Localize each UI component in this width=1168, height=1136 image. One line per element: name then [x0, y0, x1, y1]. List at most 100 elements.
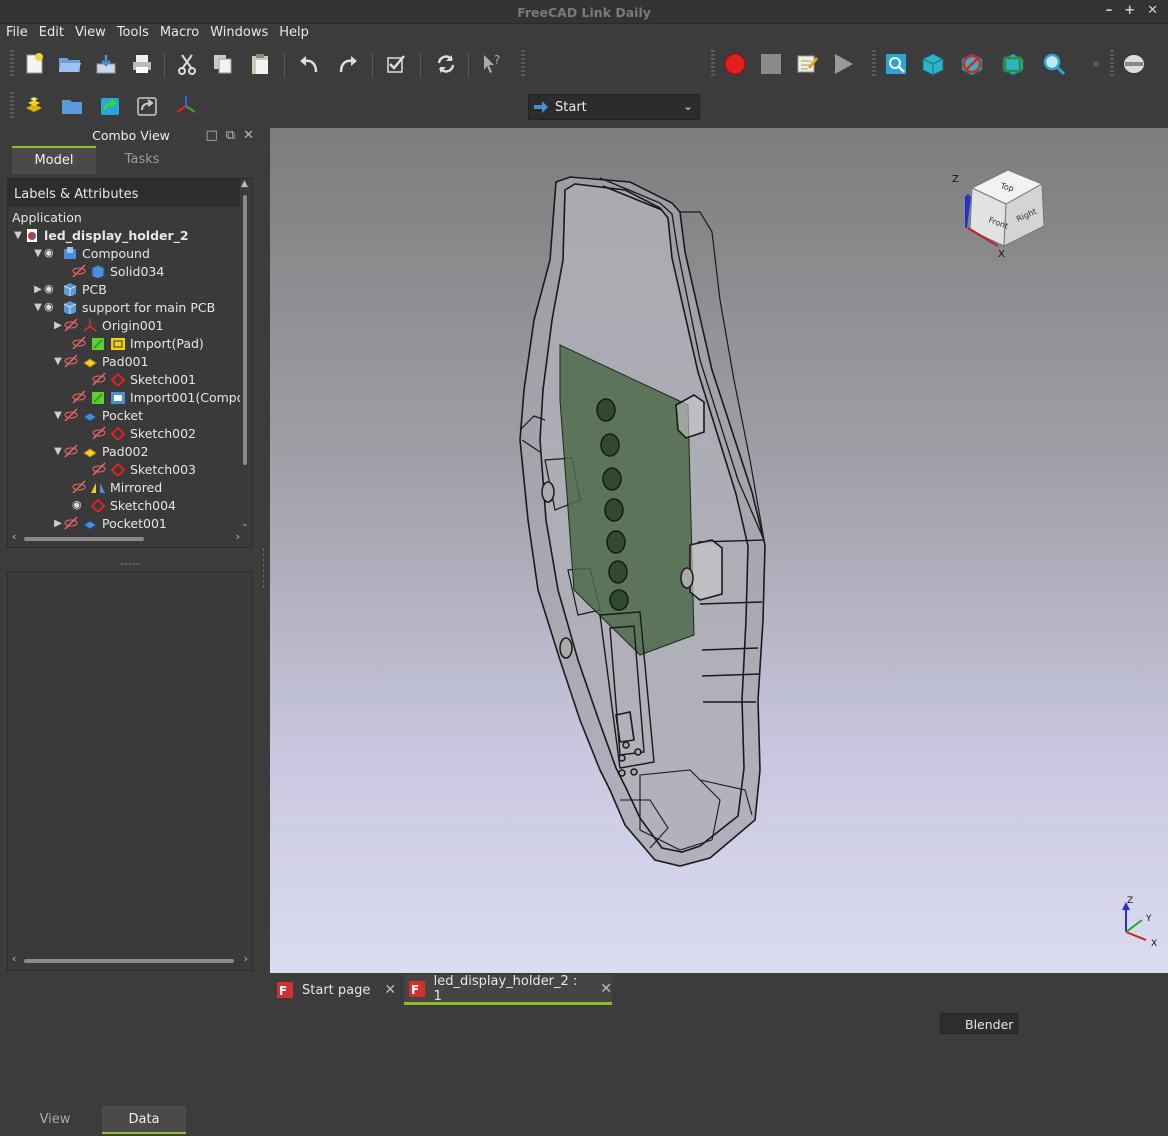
- save-button[interactable]: [92, 50, 120, 78]
- tree-item-solid034[interactable]: Solid034: [72, 262, 164, 280]
- navigation-style-button[interactable]: Blender: [940, 1013, 1018, 1034]
- tab-led-display-holder[interactable]: F led_display_holder_2 : 1 ✕: [404, 974, 612, 1005]
- tree-item-sketch003[interactable]: Sketch003: [92, 460, 196, 478]
- scroll-right-icon[interactable]: ›: [236, 530, 240, 543]
- menu-view[interactable]: View: [69, 24, 111, 44]
- open-button[interactable]: [56, 50, 84, 78]
- group-button[interactable]: [58, 92, 86, 120]
- tree-item-pad001[interactable]: ▼ Pad001: [52, 352, 148, 370]
- hidden-eye-icon[interactable]: [64, 516, 78, 530]
- hidden-eye-icon[interactable]: [72, 336, 86, 350]
- hidden-eye-icon[interactable]: [64, 354, 78, 368]
- hidden-eye-icon[interactable]: [64, 408, 78, 422]
- eye-icon[interactable]: ◉: [72, 498, 86, 512]
- tree-item-compound[interactable]: ▼ ◉ Compound: [32, 244, 150, 262]
- hidden-eye-icon[interactable]: [92, 426, 106, 440]
- undo-button[interactable]: [295, 50, 323, 78]
- tab-model[interactable]: Model: [12, 146, 96, 174]
- redo-button[interactable]: [334, 50, 362, 78]
- menu-file[interactable]: File: [0, 24, 33, 44]
- cut-button[interactable]: [173, 50, 201, 78]
- panel-float-icon[interactable]: □: [206, 128, 218, 143]
- collapse-icon[interactable]: ▼: [52, 356, 64, 367]
- panel-close-icon[interactable]: ✕: [243, 128, 254, 143]
- minimize-button[interactable]: –: [1106, 3, 1113, 18]
- tree-item-sketch001[interactable]: Sketch001: [92, 370, 196, 388]
- expand-icon[interactable]: ▶: [52, 518, 64, 529]
- tree-item-pad002[interactable]: ▼ Pad002: [52, 442, 148, 460]
- scroll-down-icon[interactable]: ⌄: [241, 519, 249, 529]
- expand-icon[interactable]: ▶: [32, 284, 44, 295]
- edit-macro-button[interactable]: [793, 50, 821, 78]
- standard-views-button[interactable]: [919, 50, 947, 78]
- tree-item-pocket[interactable]: ▼ Pocket: [52, 406, 143, 424]
- hidden-eye-icon[interactable]: [92, 462, 106, 476]
- scroll-thumb[interactable]: [243, 195, 247, 465]
- collapse-icon[interactable]: ▼: [32, 248, 44, 259]
- hidden-eye-icon[interactable]: [64, 444, 78, 458]
- hidden-eye-icon[interactable]: [72, 480, 86, 494]
- tab-view[interactable]: View: [10, 1106, 100, 1134]
- dock-resize-handle[interactable]: [263, 548, 267, 588]
- tab-data[interactable]: Data: [102, 1106, 186, 1134]
- hidden-eye-icon[interactable]: [92, 372, 106, 386]
- tree-item-import-pad[interactable]: Import(Pad): [72, 334, 204, 352]
- fit-all-button[interactable]: [882, 50, 910, 78]
- 3d-viewport[interactable]: Front Right Top Z X Z Y X: [270, 128, 1168, 973]
- collapse-icon[interactable]: ▼: [12, 230, 24, 241]
- refresh-button[interactable]: [432, 50, 460, 78]
- execute-macro-button[interactable]: [829, 50, 857, 78]
- make-link-button[interactable]: [96, 92, 124, 120]
- maximize-button[interactable]: +: [1124, 3, 1135, 18]
- print-button[interactable]: [128, 50, 156, 78]
- tab-start-page[interactable]: F Start page ✕: [276, 975, 406, 1005]
- scroll-thumb[interactable]: [24, 959, 234, 963]
- copy-button[interactable]: [209, 50, 237, 78]
- hidden-eye-icon[interactable]: [72, 390, 86, 404]
- whats-this-button[interactable]: ?: [478, 50, 506, 78]
- tree-item-pcb[interactable]: ▶ ◉ PCB: [32, 280, 107, 298]
- paste-button[interactable]: [246, 50, 274, 78]
- record-macro-button[interactable]: [721, 50, 749, 78]
- tree-item-mirrored[interactable]: Mirrored: [72, 478, 162, 496]
- tree-item-pocket001[interactable]: ▶ Pocket001: [52, 514, 167, 532]
- zoom-button[interactable]: [1040, 50, 1068, 78]
- more-tools-button[interactable]: »: [1082, 50, 1110, 78]
- hidden-eye-icon[interactable]: [72, 264, 86, 278]
- tree-item-document[interactable]: ▼ led_display_holder_2: [12, 226, 188, 244]
- tree-item-import001[interactable]: Import001(Compou: [72, 388, 240, 406]
- menu-windows[interactable]: Windows: [204, 24, 273, 44]
- menu-tools[interactable]: Tools: [111, 24, 154, 44]
- close-window-button[interactable]: ✕: [1147, 3, 1158, 18]
- tree-item-sketch004[interactable]: ◉ Sketch004: [72, 496, 176, 514]
- collapse-icon[interactable]: ▼: [32, 302, 44, 313]
- menu-help[interactable]: Help: [273, 24, 314, 44]
- placement-button[interactable]: [172, 92, 200, 120]
- draw-style-button[interactable]: [958, 50, 986, 78]
- tree-item-origin001[interactable]: ▶ Origin001: [52, 316, 164, 334]
- new-document-button[interactable]: [20, 50, 48, 78]
- recompute-button[interactable]: [382, 50, 410, 78]
- stop-macro-button[interactable]: [757, 50, 785, 78]
- collapse-icon[interactable]: ▼: [52, 410, 64, 421]
- menu-edit[interactable]: Edit: [33, 24, 69, 44]
- bounding-box-button[interactable]: [999, 50, 1027, 78]
- tab-tasks[interactable]: Tasks: [100, 146, 184, 174]
- close-tab-icon[interactable]: ✕: [600, 981, 612, 997]
- eye-icon[interactable]: ◉: [44, 246, 58, 260]
- tree-vertical-scrollbar[interactable]: ▲ ⌄: [240, 179, 250, 531]
- scroll-left-icon[interactable]: ‹: [12, 952, 16, 965]
- eye-icon[interactable]: ◉: [44, 282, 58, 296]
- close-tab-icon[interactable]: ✕: [384, 982, 396, 998]
- view-options-button[interactable]: [1120, 50, 1148, 78]
- eye-icon[interactable]: ◉: [44, 300, 58, 314]
- toolbar-grip[interactable]: [10, 50, 14, 78]
- tree-item-support-main-pcb[interactable]: ▼ ◉ support for main PCB: [32, 298, 215, 316]
- panel-restore-icon[interactable]: ⧉: [226, 128, 235, 143]
- tree-horizontal-scrollbar[interactable]: ‹ ›: [10, 530, 242, 545]
- menu-macro[interactable]: Macro: [154, 24, 204, 44]
- scroll-up-icon[interactable]: ▲: [241, 179, 248, 189]
- 3d-model-render[interactable]: Front Right Top Z X Z Y X: [270, 128, 1168, 973]
- part-button[interactable]: [20, 92, 48, 120]
- scroll-thumb[interactable]: [24, 537, 144, 541]
